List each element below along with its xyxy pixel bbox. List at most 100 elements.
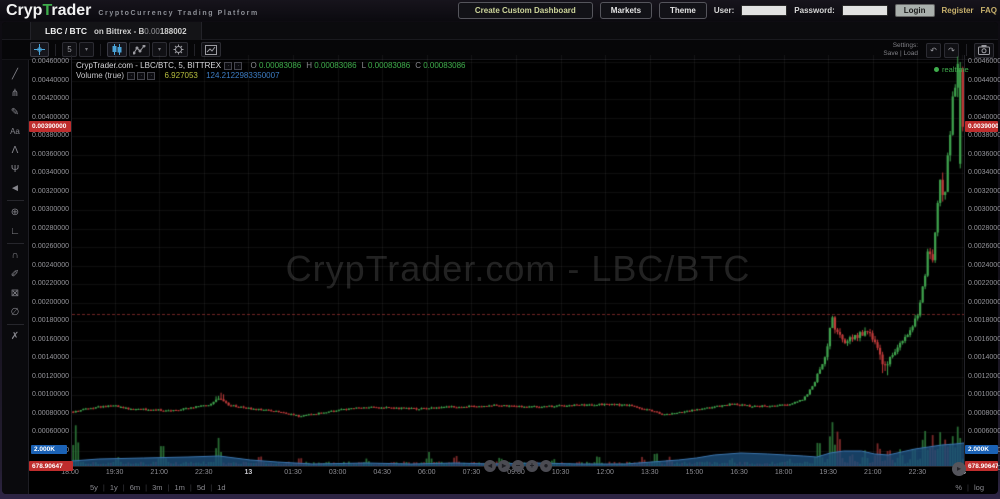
toolbar-separator (194, 44, 195, 56)
price-axis-label: 0.00280000 (968, 225, 1000, 232)
drawing-toolbar: ╱⋔✎AaΛΨ◄ ⊕∟ ∩✐⊠∅ ✗ (2, 60, 29, 494)
time-axis-label: 21:00 (864, 469, 882, 476)
price-axis-label: 0.00180000 (32, 317, 69, 324)
price-axis-label: 0.00260000 (968, 243, 1000, 250)
faq-link[interactable]: FAQ (981, 6, 997, 15)
zoom-icon[interactable]: ⊕ (5, 203, 26, 222)
price-axis-label: 0.00320000 (968, 188, 1000, 195)
hide-drawings-icon[interactable]: ∅ (5, 303, 26, 322)
volume-value-badge: 678.90647 (29, 461, 73, 471)
realtime-dot-icon (934, 67, 939, 72)
scroll-left-button[interactable]: ◂ (484, 460, 496, 472)
range-1d[interactable]: 1d (217, 483, 225, 492)
text-icon[interactable]: Aa (5, 122, 26, 141)
time-axis-label: 16:30 (730, 469, 748, 476)
brush-icon[interactable]: ✎ (5, 103, 26, 122)
elliott-wave-icon[interactable]: Ψ (5, 160, 26, 179)
compare-chart-icon (205, 45, 217, 55)
trend-line-icon[interactable]: ╱ (5, 65, 26, 84)
price-axis-label: 0.00160000 (32, 336, 69, 343)
legend-close-icon[interactable]: · (234, 62, 242, 70)
price-axis-label: 0.00140000 (968, 354, 1000, 361)
ohlc-value: 0.00083086 (366, 61, 411, 70)
price-axis-label: 0.00460000 (968, 58, 1000, 65)
range-5y[interactable]: 5y (90, 483, 98, 492)
login-button[interactable]: Login (895, 4, 935, 17)
zoom-out-button[interactable]: − (512, 460, 524, 472)
magnet-icon[interactable]: ∩ (5, 246, 26, 265)
time-axis-label: 04:30 (373, 469, 391, 476)
xabcd-pattern-icon[interactable]: Λ (5, 141, 26, 160)
jump-to-realtime-button[interactable]: ▸ (952, 462, 966, 476)
app-tagline: CryptoCurrency Trading Platform (98, 10, 258, 17)
selector-separator: | (190, 483, 192, 492)
tab-bar: LBC / BTC on Bittrex - B0.00188002 (2, 22, 998, 40)
price-axis-label: 0.00400000 (32, 114, 69, 121)
volume-indicator-label: Volume (true) (76, 71, 124, 80)
range-6m[interactable]: 6m (130, 483, 140, 492)
ohlc-value: 0.00083086 (312, 61, 357, 70)
price-axis-label: 0.00360000 (32, 151, 69, 158)
user-input[interactable] (741, 5, 787, 16)
tab-lbc-btc[interactable]: LBC / BTC on Bittrex - B0.00188002 (30, 22, 202, 40)
range-3m[interactable]: 3m (152, 483, 162, 492)
theme-button[interactable]: Theme (659, 2, 707, 19)
exchange-label: on Bittrex - B0.00188002 (94, 27, 187, 36)
legend-toggle-icon[interactable]: · (127, 72, 135, 80)
register-link[interactable]: Register (942, 6, 974, 15)
price-axis-label: 0.00400000 (968, 114, 1000, 121)
create-dashboard-button[interactable]: Create Custom Dashboard (458, 2, 593, 19)
time-axis-label: 07:30 (463, 469, 481, 476)
price-axis-label: 0.00260000 (32, 243, 69, 250)
password-input[interactable] (842, 5, 888, 16)
arrow-icon[interactable]: ◄ (5, 179, 26, 198)
volume-scale-badge: 2.000K (965, 445, 998, 454)
drawbar-separator (7, 324, 24, 325)
gear-icon (173, 44, 184, 55)
range-5d[interactable]: 5d (197, 483, 205, 492)
price-axis-label: 0.00220000 (32, 280, 69, 287)
time-axis-label: 03:00 (329, 469, 347, 476)
scroll-right-button[interactable]: ▸ (498, 460, 510, 472)
continuous-drawing-icon[interactable]: ✐ (5, 265, 26, 284)
time-axis-label: 19:30 (106, 469, 124, 476)
price-axis-label: 0.00120000 (968, 373, 1000, 380)
selector-separator: | (103, 483, 105, 492)
drawbar-separator (7, 243, 24, 244)
legend-close-icon[interactable]: · (147, 72, 155, 80)
range-1m[interactable]: 1m (175, 483, 185, 492)
price-chart-canvas[interactable] (72, 55, 964, 466)
price-axis-label: 0.00060000 (32, 428, 69, 435)
scale-%[interactable]: % (955, 483, 962, 492)
ohlc-value: 0.00083086 (257, 61, 302, 70)
undo-icon: ↶ (930, 46, 937, 55)
legend-toggle-icon[interactable]: · (224, 62, 232, 70)
markets-button[interactable]: Markets (600, 2, 652, 19)
price-axis-label: 0.00380000 (968, 132, 1000, 139)
reset-view-button[interactable]: ● (540, 460, 552, 472)
time-axis-label: 15:00 (686, 469, 704, 476)
toolbar-separator (55, 44, 56, 56)
price-axis-label: 0.00200000 (968, 299, 1000, 306)
price-axis-label: 0.00240000 (32, 262, 69, 269)
logo-candle-t: T (42, 2, 51, 19)
password-label: Password: (794, 6, 834, 15)
lock-drawings-icon[interactable]: ⊠ (5, 284, 26, 303)
price-axis-label: 0.00340000 (968, 169, 1000, 176)
legend-settings-icon[interactable]: · (137, 72, 145, 80)
time-axis-label: 12:00 (596, 469, 614, 476)
price-axis-label: 0.00300000 (968, 206, 1000, 213)
price-axis-label: 0.00080000 (32, 410, 69, 417)
current-price-badge: 0.00390000 (965, 121, 998, 132)
pitchfork-icon[interactable]: ⋔ (5, 84, 26, 103)
chevron-down-icon: ▾ (85, 46, 88, 53)
measure-icon[interactable]: ∟ (5, 222, 26, 241)
price-axis-label: 0.00200000 (32, 299, 69, 306)
zoom-in-button[interactable]: + (526, 460, 538, 472)
scale-log[interactable]: log (974, 483, 984, 492)
remove-drawings-icon[interactable]: ✗ (5, 327, 26, 346)
range-1y[interactable]: 1y (110, 483, 118, 492)
price-axis-label: 0.00320000 (32, 188, 69, 195)
selector-separator: | (168, 483, 170, 492)
legend-series-row: CrypTrader.com - LBC/BTC, 5, BITTREX ·· … (76, 61, 466, 71)
